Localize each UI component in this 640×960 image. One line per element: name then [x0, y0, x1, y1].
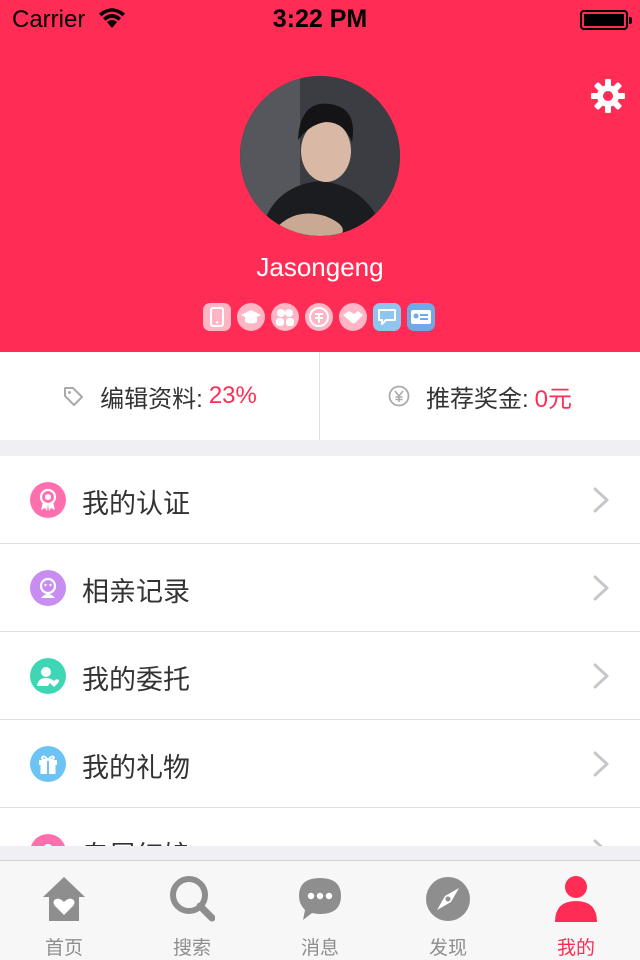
- chevron-right-icon: [593, 487, 609, 513]
- menu-item-dating-record[interactable]: 相亲记录: [0, 544, 640, 632]
- battery-icon: [580, 10, 632, 30]
- home-icon: [43, 877, 85, 921]
- profile-completion-value: 23%: [208, 382, 257, 409]
- tab-label: 发现: [428, 937, 467, 959]
- chevron-right-icon: [593, 575, 609, 601]
- yuan-coin-icon: [388, 385, 410, 407]
- avatar[interactable]: [240, 76, 400, 236]
- tab-me[interactable]: 我的: [512, 861, 640, 960]
- marriage-badge-icon[interactable]: [271, 303, 299, 331]
- person-icon: [555, 876, 597, 922]
- avatar-photo: [240, 76, 400, 236]
- menu-item-gift[interactable]: 我的礼物: [0, 720, 640, 808]
- id-card-badge-icon[interactable]: [407, 303, 435, 331]
- tab-label: 消息: [300, 937, 339, 959]
- tab-discover[interactable]: 发现: [384, 861, 512, 960]
- income-badge-icon[interactable]: [305, 303, 333, 331]
- search-icon: [170, 876, 215, 922]
- tab-label: 搜索: [172, 937, 211, 959]
- gift-icon: [30, 746, 66, 782]
- delegation-icon: [30, 658, 66, 694]
- edit-profile-label: 编辑资料:: [100, 385, 203, 413]
- tab-bar: 首页 搜索 消息 发现 我的: [0, 860, 640, 960]
- chevron-right-icon: [593, 839, 603, 846]
- chevron-right-icon: [593, 751, 609, 777]
- dating-record-icon: [30, 570, 66, 606]
- education-badge-icon[interactable]: [237, 303, 265, 331]
- tab-messages[interactable]: 消息: [256, 861, 384, 960]
- tab-search[interactable]: 搜索: [128, 861, 256, 960]
- menu-item-label: 我的认证: [82, 489, 190, 519]
- clock: 3:22 PM: [272, 5, 368, 33]
- message-icon: [299, 878, 341, 920]
- settings-gear-icon[interactable]: [588, 76, 628, 116]
- tab-home[interactable]: 首页: [0, 861, 128, 960]
- menu-item-matchmaker[interactable]: 专属红娘: [0, 808, 640, 846]
- menu-item-certification[interactable]: 我的认证: [0, 456, 640, 544]
- verification-badges: [203, 303, 435, 331]
- handshake-badge-icon[interactable]: [339, 303, 367, 331]
- referral-bonus-value: 0元: [534, 385, 573, 413]
- certification-icon: [30, 482, 66, 518]
- menu-item-label: 我的委托: [82, 665, 190, 695]
- referral-bonus-button[interactable]: 推荐奖金: 0元: [320, 352, 640, 440]
- tab-label: 我的: [556, 937, 595, 959]
- menu-item-label: 我的礼物: [82, 753, 190, 783]
- profile-header: Carrier 3:22 PM Jasongeng: [0, 0, 640, 352]
- chevron-right-icon: [593, 663, 609, 689]
- profile-stats: 编辑资料: 23% 推荐奖金: 0元: [0, 352, 640, 440]
- matchmaker-icon: [30, 834, 66, 846]
- referral-bonus-label: 推荐奖金:: [425, 385, 529, 413]
- status-bar: Carrier 3:22 PM: [0, 0, 640, 40]
- tag-icon: [64, 387, 84, 406]
- menu-list: 我的认证 相亲记录 我的委托 我的礼物 专属红娘: [0, 456, 640, 846]
- username: Jasongeng: [256, 252, 384, 282]
- chat-badge-icon[interactable]: [373, 303, 401, 331]
- edit-profile-button[interactable]: 编辑资料: 23%: [0, 352, 320, 440]
- tab-label: 首页: [44, 937, 83, 959]
- menu-item-label: 相亲记录: [82, 577, 190, 607]
- phone-badge-icon[interactable]: [203, 303, 231, 331]
- menu-item-label: 专属红娘: [82, 834, 190, 846]
- menu-item-delegation[interactable]: 我的委托: [0, 632, 640, 720]
- compass-icon: [426, 877, 470, 921]
